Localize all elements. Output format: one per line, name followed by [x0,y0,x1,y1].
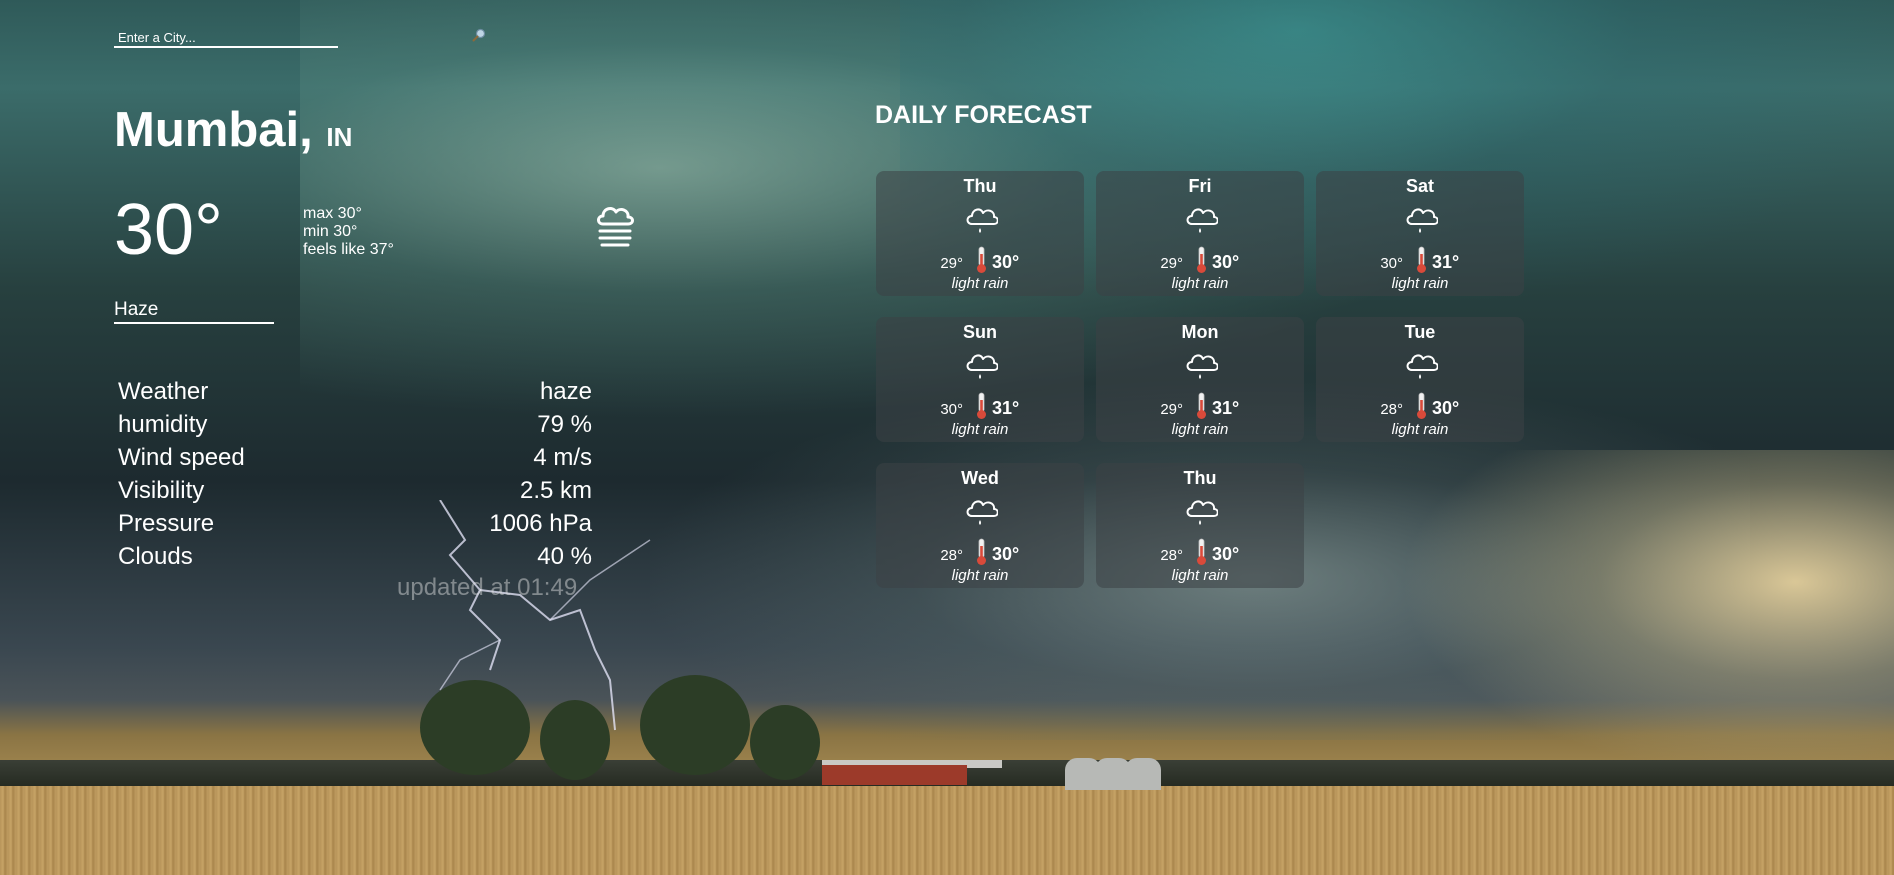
background-silo [1125,758,1161,790]
detail-label: Weather [118,378,209,405]
forecast-day: Thu [963,176,997,196]
forecast-card: Thu 28° 30° light rain [1096,463,1304,588]
forecast-description: light rain [1171,421,1229,438]
forecast-min-temp: 29° [940,255,963,272]
detail-label: Visibility [118,477,205,504]
detail-label: Clouds [118,543,193,570]
updated-timestamp: updated at 01:49 [397,574,578,601]
forecast-min-temp: 28° [1380,401,1403,418]
thermometer-icon [1417,246,1426,273]
detail-label: humidity [118,411,208,438]
weather-app: Mumbai, IN 30° max 30° min 30° feels lik… [0,0,1894,875]
forecast-day: Thu [1183,468,1217,488]
forecast-description: light rain [1171,275,1229,292]
rain-cloud-icon [1186,354,1218,379]
forecast-max-temp: 30° [1212,252,1240,272]
forecast-card: Wed 28° 30° light rain [876,463,1084,588]
forecast-day: Sat [1405,176,1434,196]
forecast-min-temp: 30° [1380,255,1403,272]
forecast-min-temp: 28° [1160,547,1183,564]
detail-value: 1006 hPa [489,510,592,537]
forecast-description: light rain [1391,421,1449,438]
rain-cloud-icon [1406,354,1438,379]
forecast-card: Fri 29° 30° light rain [1096,171,1304,296]
forecast-description: light rain [951,421,1009,438]
background-sky [1400,450,1894,780]
forecast-min-temp: 30° [940,401,963,418]
forecast-max-temp: 30° [1432,398,1460,418]
detail-value: 79 % [537,411,592,438]
rain-cloud-icon [1186,208,1218,233]
thermometer-icon [1197,392,1206,419]
detail-row-visibility: Visibility 2.5 km [118,477,592,510]
forecast-card: Mon 29° 31° light rain [1096,317,1304,442]
thermometer-icon [977,392,986,419]
weather-details-table: Weather haze humidity 79 % Wind speed 4 … [118,378,592,576]
detail-label: Pressure [118,510,215,537]
haze-icon [597,207,634,247]
temperature-range: max 30° min 30° feels like 37° [303,205,394,259]
forecast-day: Fri [1188,176,1212,196]
rain-cloud-icon [966,208,998,233]
forecast-card: Thu 29° 30° light rain [876,171,1084,296]
forecast-description: light rain [1391,275,1449,292]
forecast-min-temp: 28° [940,547,963,564]
rain-cloud-icon [966,354,998,379]
forecast-day: Mon [1181,322,1219,342]
city-name: Mumbai, [114,103,313,157]
forecast-card: Sun 30° 31° light rain [876,317,1084,442]
forecast-max-temp: 30° [992,252,1020,272]
rain-cloud-icon [1186,500,1218,525]
detail-label: Wind speed [118,444,245,471]
background-tree [750,705,820,780]
forecast-card: Tue 28° 30° light rain [1316,317,1524,442]
detail-value: 2.5 km [519,477,592,504]
forecast-card: Sat 30° 31° light rain [1316,171,1524,296]
rain-cloud-icon [966,500,998,525]
max-temperature: max 30° [303,205,362,222]
forecast-day: Wed [961,468,999,488]
forecast-min-temp: 29° [1160,255,1183,272]
background-field [0,786,1894,875]
forecast-max-temp: 31° [992,398,1020,418]
forecast-day: Sun [963,322,997,342]
search-input[interactable] [114,28,338,48]
thermometer-icon [977,246,986,273]
detail-row-clouds: Clouds 40 % [118,543,592,576]
detail-value: haze [539,378,592,405]
detail-row-humidity: humidity 79 % [118,411,592,444]
background-barn [822,765,967,785]
thermometer-icon [1417,392,1426,419]
detail-row-wind-speed: Wind speed 4 m/s [118,444,592,477]
detail-value: 40 % [537,543,592,570]
detail-row-weather: Weather haze [118,378,592,411]
forecast-description: light rain [951,567,1009,584]
forecast-description: light rain [951,275,1009,292]
forecast-description: light rain [1171,567,1229,584]
detail-value: 4 m/s [533,444,592,471]
search-bar [114,28,338,48]
forecast-min-temp: 29° [1160,401,1183,418]
thermometer-icon [977,538,986,565]
search-icon[interactable] [472,28,486,42]
forecast-max-temp: 30° [1212,544,1240,564]
forecast-title: DAILY FORECAST [875,101,1092,129]
min-temperature: min 30° [303,223,358,240]
city-title: Mumbai, IN [114,102,352,158]
country-code: IN [326,122,353,152]
feels-like-temperature: feels like 37° [303,241,394,258]
thermometer-icon [1197,538,1206,565]
condition-label: Haze [114,299,274,324]
thermometer-icon [1197,246,1206,273]
forecast-max-temp: 31° [1432,252,1460,272]
rain-cloud-icon [1406,208,1438,233]
current-temperature: 30° [114,190,223,270]
forecast-max-temp: 30° [992,544,1020,564]
forecast-day: Tue [1404,322,1436,342]
detail-row-pressure: Pressure 1006 hPa [118,510,592,543]
forecast-max-temp: 31° [1212,398,1240,418]
